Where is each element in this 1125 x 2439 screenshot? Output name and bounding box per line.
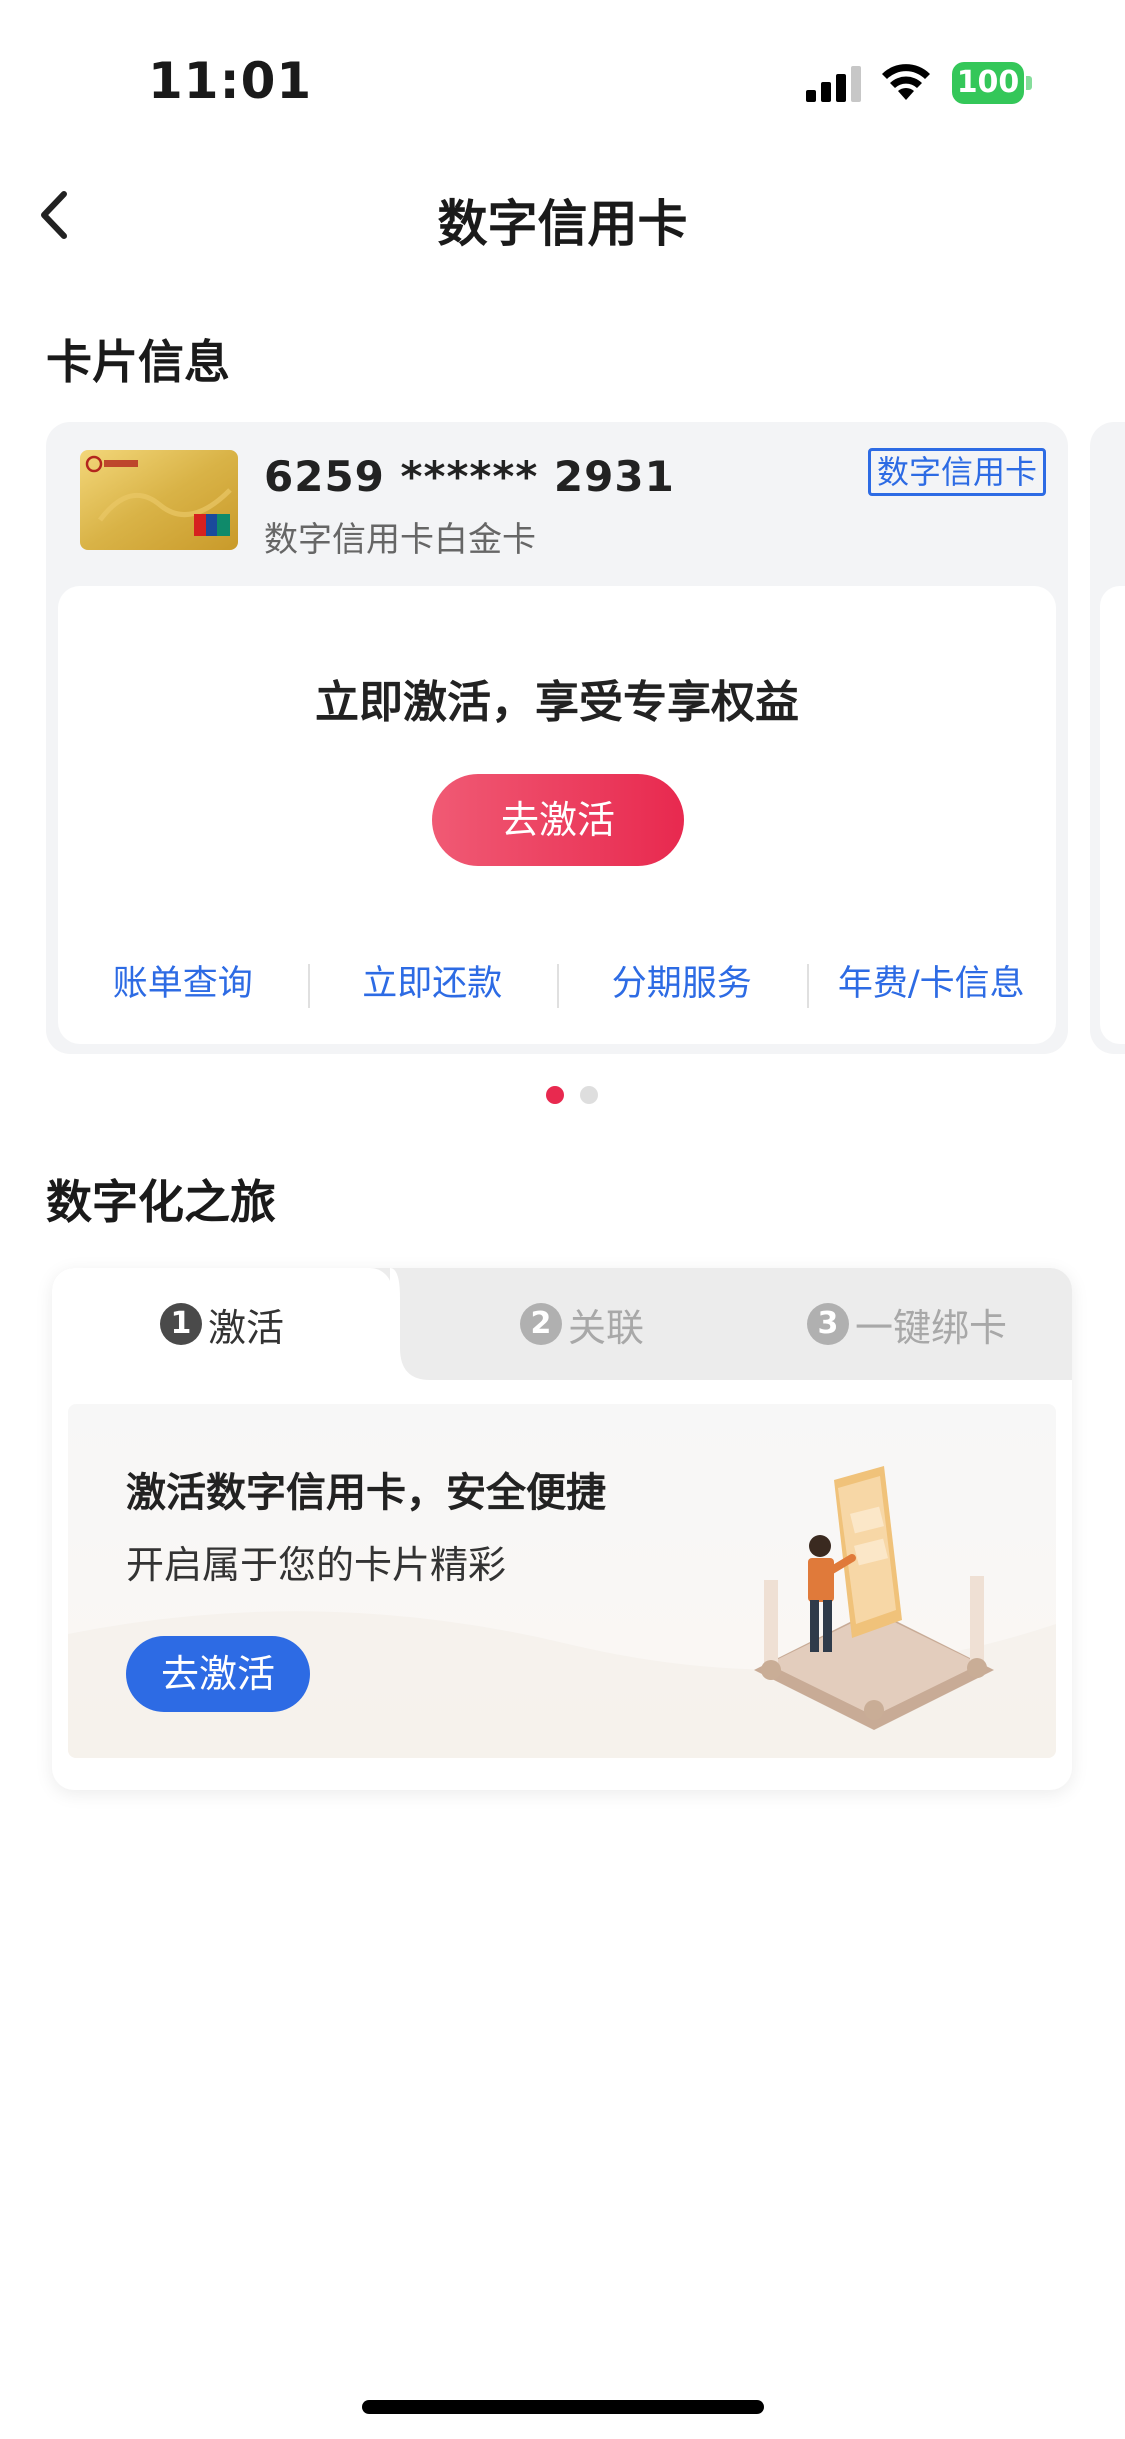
repay-now-link[interactable]: 立即还款 — [307, 954, 558, 1014]
battery-level: 100 — [952, 62, 1024, 104]
journey-tab-activate[interactable]: 1 激活 — [52, 1268, 392, 1380]
next-card-peek[interactable] — [1090, 422, 1125, 1054]
card-actions: 账单查询 立即还款 分期服务 年费/卡信息 — [58, 954, 1056, 1014]
card-activation-panel: 立即激活，享受专享权益 去激活 账单查询 立即还款 分期服务 年费/卡信息 — [58, 586, 1056, 1044]
battery-icon: 100 — [952, 62, 1032, 104]
journey-tab-bind[interactable]: 3 一键绑卡 — [742, 1268, 1072, 1380]
status-time: 11:01 — [148, 52, 313, 110]
card-section-title: 卡片信息 — [46, 335, 230, 389]
home-indicator[interactable] — [362, 2400, 764, 2414]
phone-activation-illustration — [754, 1466, 994, 1730]
journey-step-content: 激活数字信用卡，安全便捷 开启属于您的卡片精彩 去激活 — [68, 1404, 1056, 1758]
card-image[interactable] — [80, 450, 238, 550]
card-number: 6259 ****** 2931 — [264, 452, 675, 501]
carousel-dot-active — [546, 1086, 564, 1104]
tab-label: 关联 — [567, 1305, 644, 1350]
journey-tab-link[interactable]: 2 关联 — [432, 1268, 732, 1380]
step-number: 1 — [159, 1303, 202, 1345]
tab-label: 一键绑卡 — [854, 1305, 1007, 1350]
step-number: 3 — [806, 1303, 849, 1345]
journey-tabs: 1 激活 2 关联 3 一键绑卡 — [52, 1268, 1072, 1380]
credit-card-panel: 6259 ****** 2931 数字信用卡白金卡 数字信用卡 立即激活，享受专… — [46, 422, 1068, 1054]
journey-subtext: 开启属于您的卡片精彩 — [126, 1543, 507, 1587]
status-bar: 11:01 100 — [0, 0, 1125, 150]
activate-button[interactable]: 去激活 — [432, 774, 684, 866]
journey-panel: 1 激活 2 关联 3 一键绑卡 激活数字信用卡，安全便捷 开启属于您的卡片精彩… — [52, 1268, 1072, 1790]
digital-card-tag: 数字信用卡 — [867, 448, 1046, 496]
tab-label: 激活 — [207, 1305, 284, 1350]
cellular-signal-icon — [806, 66, 861, 102]
annual-fee-card-info-link[interactable]: 年费/卡信息 — [806, 954, 1057, 1014]
carousel-dots — [546, 1086, 598, 1104]
journey-activate-button[interactable]: 去激活 — [126, 1636, 310, 1712]
journey-section-title: 数字化之旅 — [46, 1175, 276, 1229]
activate-prompt: 立即激活，享受专享权益 — [315, 677, 799, 728]
journey-heading: 激活数字信用卡，安全便捷 — [126, 1470, 606, 1516]
carousel-dot — [580, 1086, 598, 1104]
step-number: 2 — [519, 1303, 562, 1345]
card-type: 数字信用卡白金卡 — [264, 520, 536, 560]
wifi-icon — [882, 64, 930, 100]
page-title: 数字信用卡 — [437, 195, 688, 253]
bill-query-link[interactable]: 账单查询 — [58, 954, 308, 1014]
installment-service-link[interactable]: 分期服务 — [557, 954, 807, 1014]
